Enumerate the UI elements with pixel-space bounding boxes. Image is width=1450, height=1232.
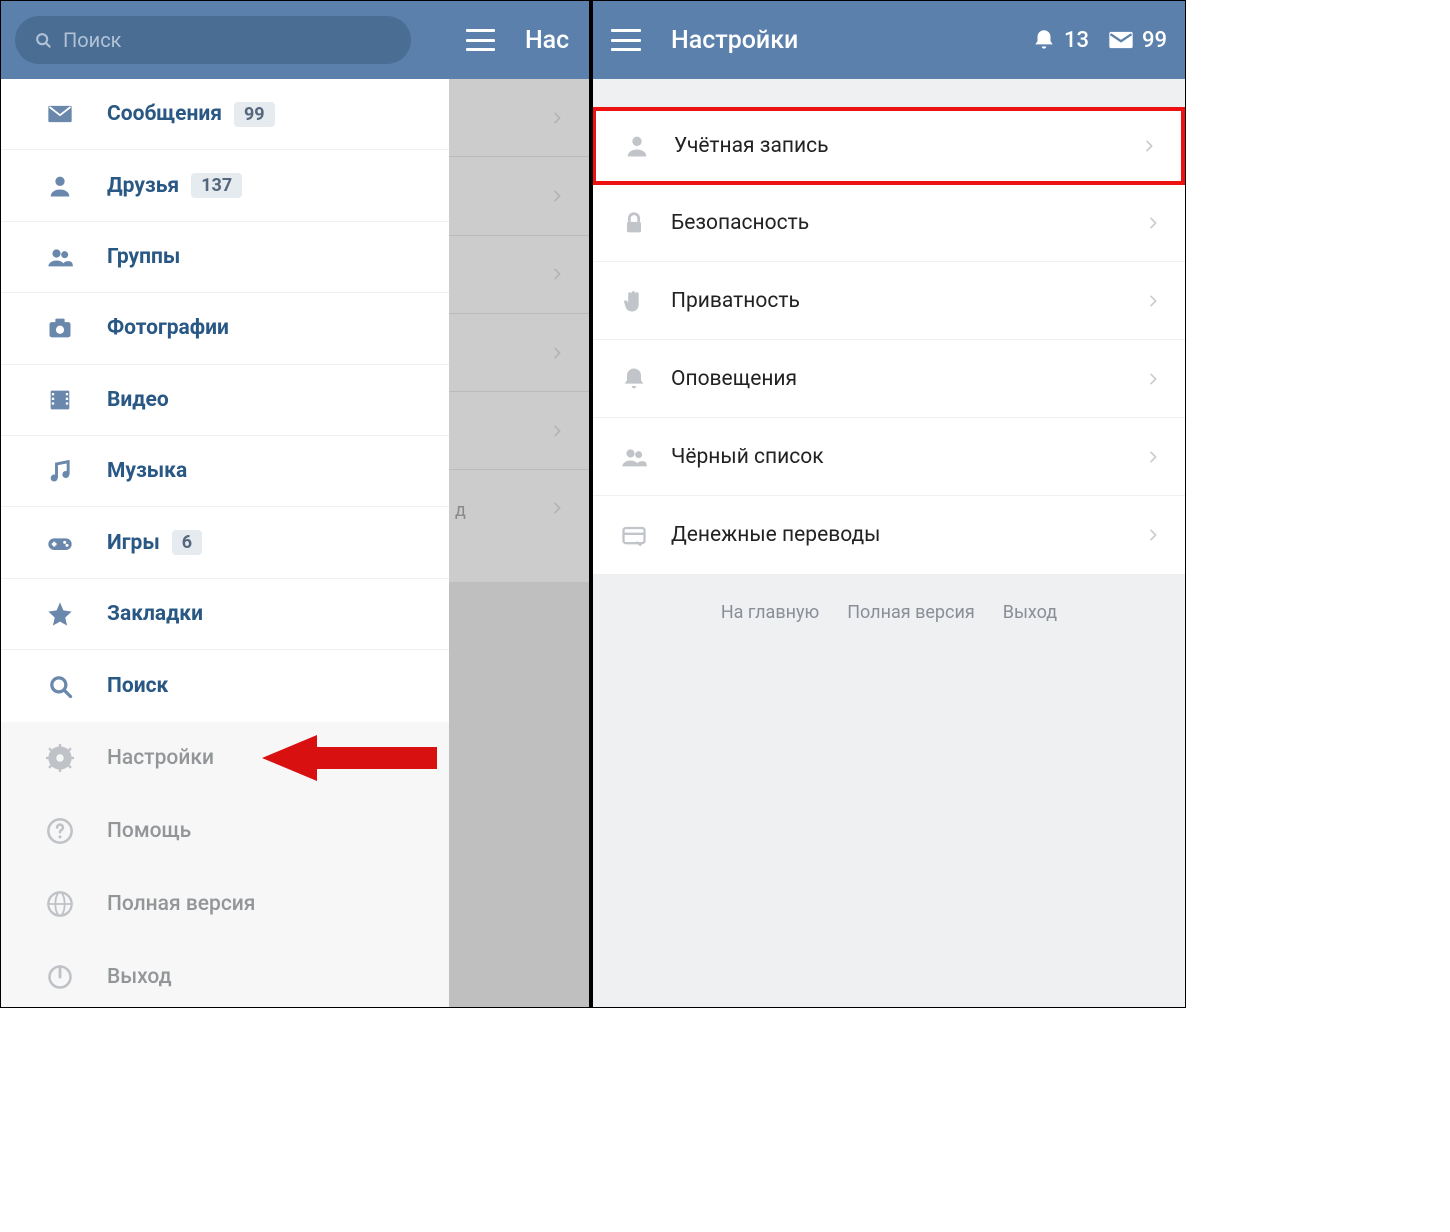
sidebar-item-groups[interactable]: Группы: [1, 222, 449, 293]
gamepad-icon: [46, 529, 74, 557]
sidebar-item-settings[interactable]: Настройки: [1, 722, 449, 795]
globe-icon: [46, 890, 74, 918]
chevron-right-icon: [1145, 449, 1161, 465]
mail-icon: [46, 100, 74, 128]
settings-item-account[interactable]: Учётная запись: [593, 107, 1185, 185]
annotation-arrow: [262, 733, 437, 783]
sidebar-item-help[interactable]: Помощь: [1, 795, 449, 868]
people-icon: [620, 443, 648, 471]
bell-icon: [620, 365, 648, 393]
camera-icon: [46, 314, 74, 342]
sidebar-item-music[interactable]: Музыка: [1, 436, 449, 507]
messages-count: 99: [1142, 28, 1167, 53]
sidebar-item-label: Поиск: [107, 674, 168, 698]
search-icon: [33, 30, 53, 50]
sidebar-item-label: Друзья: [107, 174, 179, 198]
footer-home-link[interactable]: На главную: [721, 602, 819, 623]
mail-icon: [1107, 26, 1135, 54]
sidebar-item-label: Сообщения: [107, 102, 222, 126]
sidebar-item-logout[interactable]: Выход: [1, 941, 449, 1007]
search-placeholder: Поиск: [63, 28, 122, 52]
badge: 6: [172, 530, 202, 555]
settings-item-label: Оповещения: [671, 367, 797, 391]
bg-text-fragment: д: [449, 500, 466, 521]
search-input[interactable]: Поиск: [15, 16, 411, 64]
settings-item-label: Приватность: [671, 289, 800, 313]
hamburger-icon[interactable]: [466, 29, 495, 51]
messages-button[interactable]: 99: [1107, 26, 1167, 54]
sidebar-item-photos[interactable]: Фотографии: [1, 293, 449, 364]
search-icon: [46, 672, 74, 700]
sidebar-item-label: Закладки: [107, 602, 203, 626]
header-right: Настройки 13 99: [593, 1, 1185, 79]
settings-list: Учётная запись Безопасность Приватность Опо…: [593, 107, 1185, 574]
header-title-clipped: Нас: [525, 26, 575, 55]
chevron-right-icon: [549, 266, 565, 282]
hand-icon: [620, 287, 648, 315]
sidebar-item-games[interactable]: Игры 6: [1, 507, 449, 578]
bell-icon: [1031, 27, 1057, 53]
chevron-right-icon: [549, 110, 565, 126]
sidebar-item-label: Выход: [107, 965, 172, 989]
sidebar-item-bookmarks[interactable]: Закладки: [1, 579, 449, 650]
settings-item-notify[interactable]: Оповещения: [593, 340, 1185, 418]
sidebar-item-messages[interactable]: Сообщения 99: [1, 79, 449, 150]
sidebar-item-label: Игры: [107, 531, 160, 555]
sidebar-item-label: Видео: [107, 388, 169, 412]
settings-item-security[interactable]: Безопасность: [593, 184, 1185, 262]
footer-logout-link[interactable]: Выход: [1003, 602, 1057, 623]
settings-item-label: Чёрный список: [671, 445, 824, 469]
lock-icon: [620, 209, 648, 237]
chevron-right-icon: [1145, 293, 1161, 309]
settings-item-label: Учётная запись: [674, 134, 829, 158]
footer-full-link[interactable]: Полная версия: [847, 602, 975, 623]
sidebar-item-friends[interactable]: Друзья 137: [1, 150, 449, 221]
sidebar-item-video[interactable]: Видео: [1, 365, 449, 436]
chevron-right-icon: [1145, 371, 1161, 387]
footer-links: На главную Полная версия Выход: [593, 574, 1185, 651]
chevron-right-icon: [549, 500, 565, 516]
power-icon: [46, 963, 74, 991]
star-icon: [46, 600, 74, 628]
gear-icon: [46, 744, 74, 772]
person-icon: [623, 132, 651, 160]
sidebar-item-label: Полная версия: [107, 892, 255, 916]
settings-item-label: Безопасность: [671, 211, 809, 235]
badge: 137: [191, 173, 242, 198]
sidebar-item-label: Помощь: [107, 819, 191, 843]
sidebar-item-label: Группы: [107, 245, 180, 269]
chevron-right-icon: [1145, 527, 1161, 543]
film-icon: [46, 386, 74, 414]
sidebar-item-label: Фотографии: [107, 316, 229, 340]
music-icon: [46, 457, 74, 485]
chevron-right-icon: [549, 188, 565, 204]
page-title: Настройки: [671, 26, 798, 55]
badge: 99: [234, 102, 275, 127]
card-icon: [620, 521, 648, 549]
settings-item-privacy[interactable]: Приватность: [593, 262, 1185, 340]
sidebar-item-fullversion[interactable]: Полная версия: [1, 868, 449, 941]
chevron-right-icon: [549, 423, 565, 439]
notifications-count: 13: [1064, 28, 1089, 53]
header-left: Поиск Нас: [1, 1, 589, 79]
chevron-right-icon: [1145, 215, 1161, 231]
chevron-right-icon: [1141, 138, 1157, 154]
sidebar-item-label: Настройки: [107, 746, 214, 770]
settings-item-payments[interactable]: Денежные переводы: [593, 496, 1185, 574]
sidebar-item-search[interactable]: Поиск: [1, 650, 449, 721]
chevron-right-icon: [549, 345, 565, 361]
sidebar: Сообщения 99 Друзья 137 Группы Фотографии Виде…: [1, 79, 449, 1007]
settings-item-blacklist[interactable]: Чёрный список: [593, 418, 1185, 496]
background-obscured: д: [449, 79, 589, 1007]
person-icon: [46, 172, 74, 200]
hamburger-icon[interactable]: [611, 29, 641, 51]
settings-item-label: Денежные переводы: [671, 523, 880, 547]
sidebar-item-label: Музыка: [107, 459, 187, 483]
notifications-button[interactable]: 13: [1031, 27, 1089, 53]
help-icon: [46, 817, 74, 845]
people-icon: [46, 243, 74, 271]
